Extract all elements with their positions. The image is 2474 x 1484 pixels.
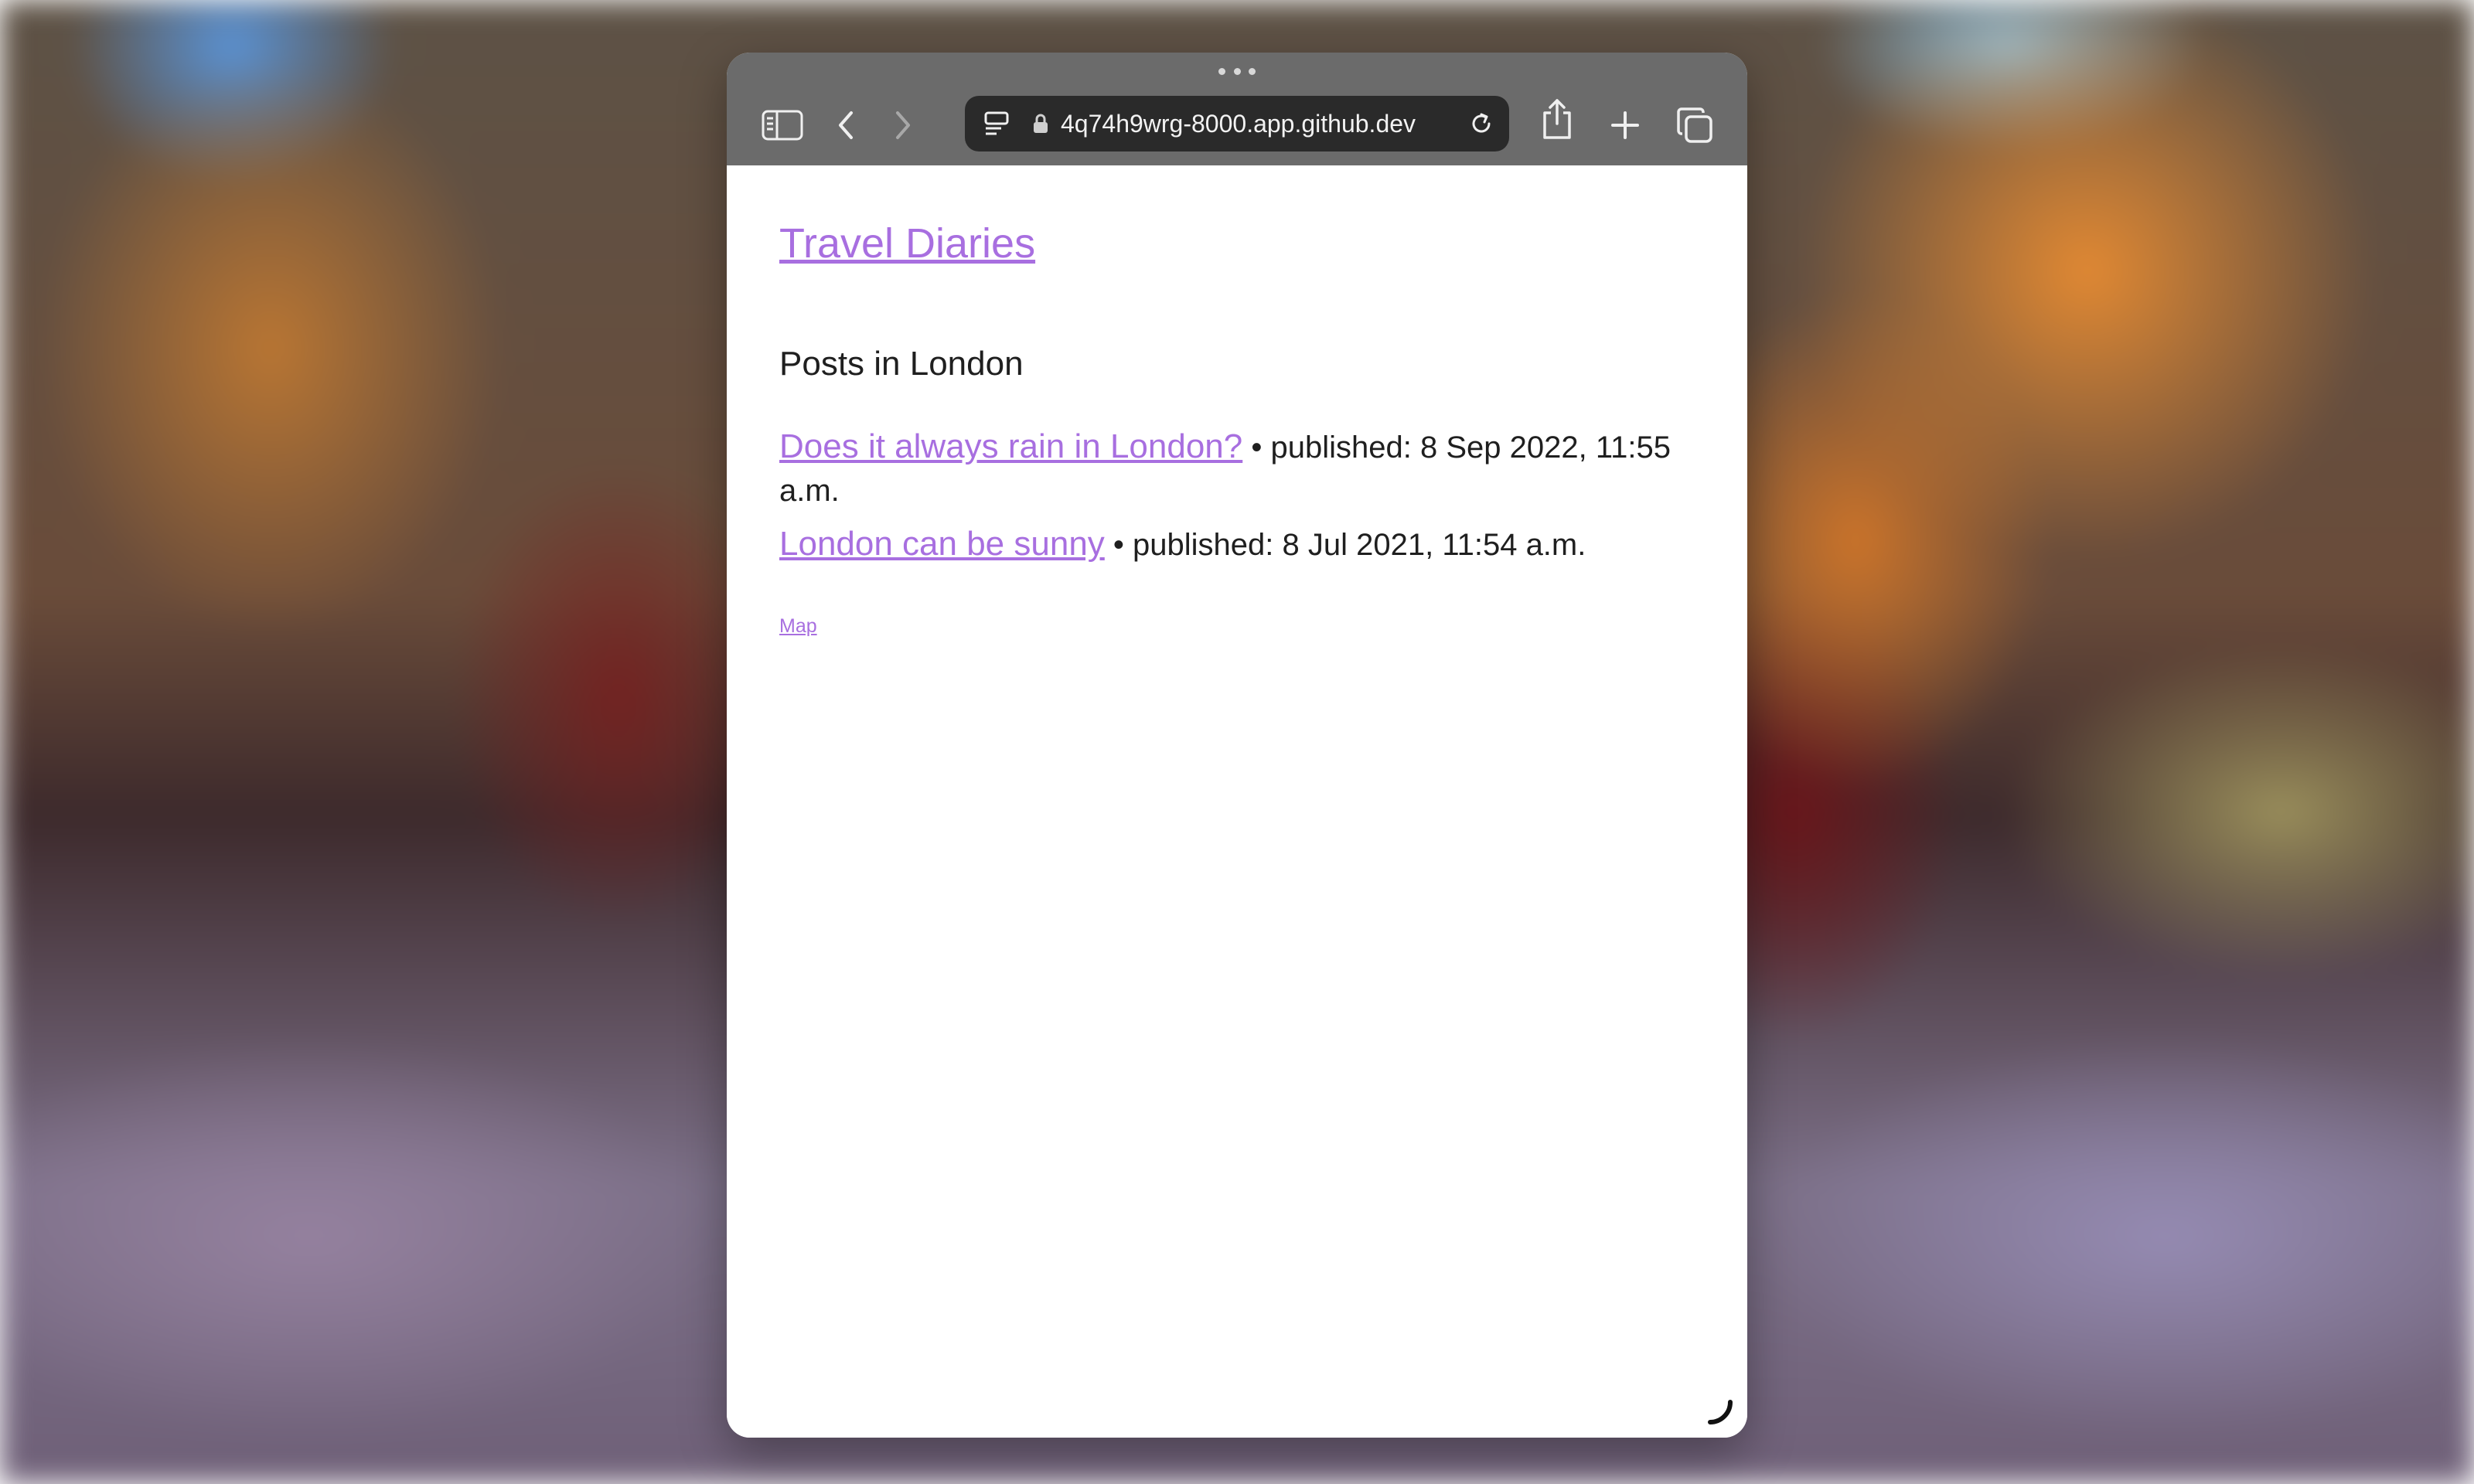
- post-item: London can be sunny • published: 8 Jul 2…: [779, 522, 1692, 567]
- ellipsis-icon[interactable]: [1218, 66, 1256, 76]
- chevron-left-icon[interactable]: [824, 104, 867, 147]
- plus-icon[interactable]: [1603, 104, 1647, 147]
- resize-handle-icon[interactable]: [1704, 1397, 1735, 1428]
- browser-window: 4q74h9wrg-8000.app.github.dev Travel Dia…: [727, 53, 1747, 1438]
- post-title-link[interactable]: Does it always rain in London?: [779, 427, 1242, 465]
- site-title-link[interactable]: Travel Diaries: [779, 220, 1035, 267]
- url-text[interactable]: 4q74h9wrg-8000.app.github.dev: [1061, 96, 1416, 151]
- page-content: Travel Diaries Posts in London Does it a…: [727, 165, 1747, 1438]
- sidebar-icon[interactable]: [761, 104, 804, 147]
- reload-icon[interactable]: [1466, 108, 1497, 139]
- post-meta: • published: 8 Jul 2021, 11:54 a.m.: [1104, 528, 1586, 562]
- page-heading: Posts in London: [779, 345, 1024, 383]
- post-item: Does it always rain in London? • publish…: [779, 425, 1692, 512]
- lock-icon: [1031, 113, 1050, 134]
- post-title-link[interactable]: London can be sunny: [779, 525, 1105, 563]
- browser-toolbar: 4q74h9wrg-8000.app.github.dev: [727, 53, 1747, 165]
- share-icon[interactable]: [1535, 97, 1579, 141]
- map-link[interactable]: Map: [779, 615, 817, 638]
- address-bar[interactable]: 4q74h9wrg-8000.app.github.dev: [965, 96, 1509, 151]
- page-menu-icon[interactable]: [983, 110, 1011, 138]
- chevron-right-icon[interactable]: [881, 104, 925, 147]
- tabs-icon[interactable]: [1673, 104, 1716, 147]
